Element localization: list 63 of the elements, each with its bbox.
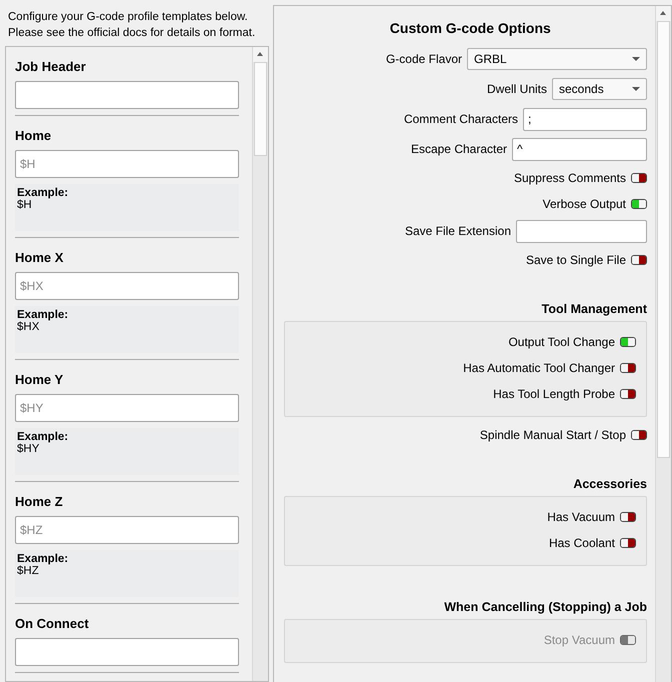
example-label: Example:	[17, 309, 70, 321]
input-field[interactable]: $HZ	[15, 516, 239, 544]
toggle-switch[interactable]	[620, 389, 636, 399]
toggle-switch[interactable]	[631, 173, 647, 183]
scroll-thumb[interactable]	[657, 21, 670, 458]
example-text: $HX	[17, 321, 40, 333]
toggle-label: Output Tool Change	[508, 335, 615, 349]
input-field[interactable]: $HX	[15, 272, 239, 300]
input-field[interactable]: $H	[15, 150, 239, 178]
toggle-label: Spindle Manual Start / Stop	[480, 428, 626, 442]
example-text: $HZ	[17, 565, 40, 577]
toggle-label: Suppress Comments	[514, 171, 626, 185]
section-title: Home Z	[15, 494, 64, 510]
field-label: Save File Extension	[404, 224, 511, 238]
panel-title: Custom G-code Options	[388, 20, 552, 38]
toggle-switch[interactable]	[631, 199, 647, 209]
field-label: G-code Flavor	[386, 52, 462, 66]
example-label: Example:	[17, 431, 70, 443]
input-field[interactable]	[15, 81, 239, 109]
toggle-switch[interactable]	[620, 363, 636, 373]
example-label: Example:	[17, 187, 70, 199]
toggle-label: Has Vacuum	[547, 510, 615, 524]
caret-icon	[632, 57, 640, 61]
dropdown[interactable]: GRBL	[467, 48, 647, 70]
toggle-switch[interactable]	[620, 337, 636, 347]
instruction-text: Configure your G-code profile templates below.	[8, 10, 249, 25]
toggle-label: Has Automatic Tool Changer	[463, 361, 615, 375]
scroll-up-icon[interactable]	[656, 6, 671, 21]
field-label: Dwell Units	[486, 82, 547, 96]
scrollbar[interactable]	[655, 6, 671, 682]
toggle-switch[interactable]	[631, 430, 647, 440]
section-title: On Connect	[15, 616, 90, 632]
scrollbar[interactable]	[252, 47, 268, 681]
toggle-switch[interactable]	[620, 512, 636, 522]
caret-icon	[632, 87, 640, 91]
section-title: Job Header	[15, 59, 87, 75]
scroll-thumb[interactable]	[254, 62, 267, 156]
example-text: $H	[17, 199, 33, 211]
toggle-switch[interactable]	[620, 538, 636, 548]
section-title: Home Y	[15, 372, 64, 388]
input-field[interactable]	[516, 220, 647, 242]
toggle-label: Stop Vacuum	[544, 633, 615, 647]
toggle-label: Save to Single File	[526, 253, 626, 267]
toggle-label: Verbose Output	[542, 197, 626, 211]
dropdown[interactable]: seconds	[552, 78, 647, 100]
example-label: Example:	[17, 553, 70, 565]
group-title: Accessories	[572, 477, 647, 493]
section-title: Home	[15, 128, 52, 144]
input-field[interactable]	[15, 638, 239, 666]
group-title: When Cancelling (Stopping) a Job	[443, 600, 647, 616]
field-label: Comment Characters	[404, 112, 518, 126]
input-field[interactable]: ;	[523, 108, 647, 130]
instruction-text: Please see the official docs for details on format.	[8, 26, 256, 41]
toggle-label: Has Tool Length Probe	[493, 387, 615, 401]
input-field[interactable]: $HY	[15, 394, 239, 422]
section-title: Home X	[15, 250, 64, 266]
toggle-switch[interactable]	[631, 255, 647, 265]
toggle-label: Has Coolant	[548, 536, 615, 550]
scroll-up-icon[interactable]	[252, 47, 268, 62]
group-title: Tool Management	[540, 302, 647, 318]
field-label: Escape Character	[410, 142, 507, 156]
input-field[interactable]: ^	[512, 138, 647, 160]
example-text: $HY	[17, 443, 40, 455]
